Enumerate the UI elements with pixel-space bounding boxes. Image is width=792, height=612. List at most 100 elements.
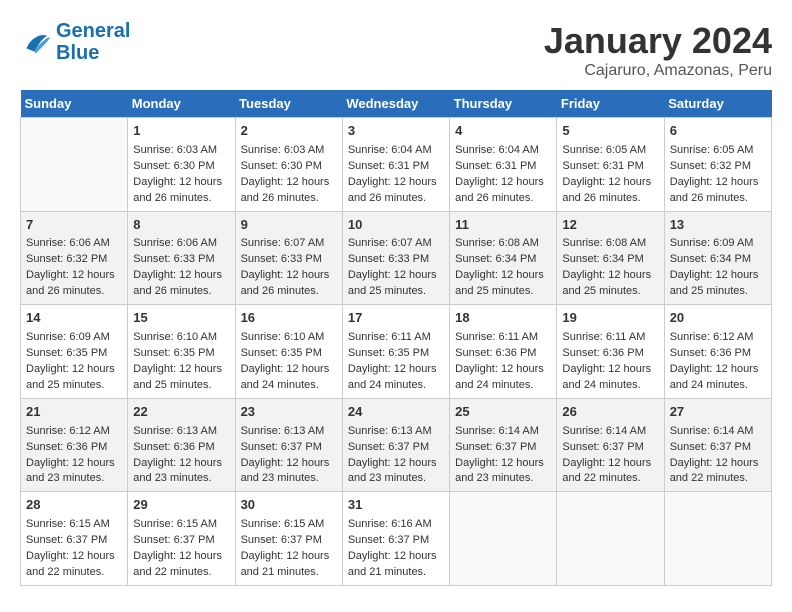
day-info: Sunrise: 6:14 AM Sunset: 6:37 PM Dayligh… bbox=[455, 425, 544, 485]
day-info: Sunrise: 6:05 AM Sunset: 6:32 PM Dayligh… bbox=[670, 144, 759, 204]
calendar-cell: 25 Sunrise: 6:14 AM Sunset: 6:37 PM Dayli… bbox=[450, 398, 557, 492]
day-number: 21 bbox=[26, 403, 122, 422]
calendar-week-row: 28 Sunrise: 6:15 AM Sunset: 6:37 PM Dayli… bbox=[21, 492, 772, 586]
day-info: Sunrise: 6:15 AM Sunset: 6:37 PM Dayligh… bbox=[26, 518, 115, 578]
title-block: January 2024 Cajaruro, Amazonas, Peru bbox=[544, 20, 772, 80]
calendar-cell: 23 Sunrise: 6:13 AM Sunset: 6:37 PM Dayli… bbox=[235, 398, 342, 492]
calendar-cell: 12Sunrise: 6:08 AM Sunset: 6:34 PM Dayli… bbox=[557, 211, 664, 305]
calendar-cell: 28 Sunrise: 6:15 AM Sunset: 6:37 PM Dayli… bbox=[21, 492, 128, 586]
calendar-table: SundayMondayTuesdayWednesdayThursdayFrid… bbox=[20, 90, 772, 586]
page-header: General Blue January 2024 Cajaruro, Amaz… bbox=[20, 20, 772, 80]
calendar-cell: 8 Sunrise: 6:06 AM Sunset: 6:33 PM Daylig… bbox=[128, 211, 235, 305]
day-info: Sunrise: 6:12 AM Sunset: 6:36 PM Dayligh… bbox=[670, 331, 759, 391]
day-info: Sunrise: 6:11 AM Sunset: 6:35 PM Dayligh… bbox=[348, 331, 437, 391]
day-number: 30 bbox=[241, 496, 337, 515]
calendar-cell: 11 Sunrise: 6:08 AM Sunset: 6:34 PM Dayli… bbox=[450, 211, 557, 305]
weekday-header-sunday: Sunday bbox=[21, 90, 128, 118]
logo-bird-icon bbox=[20, 26, 52, 58]
day-info: Sunrise: 6:06 AM Sunset: 6:33 PM Dayligh… bbox=[133, 237, 222, 297]
calendar-cell: 29Sunrise: 6:15 AM Sunset: 6:37 PM Dayli… bbox=[128, 492, 235, 586]
calendar-cell: 24Sunrise: 6:13 AM Sunset: 6:37 PM Dayli… bbox=[342, 398, 449, 492]
day-info: Sunrise: 6:05 AM Sunset: 6:31 PM Dayligh… bbox=[562, 144, 651, 204]
weekday-header-wednesday: Wednesday bbox=[342, 90, 449, 118]
day-info: Sunrise: 6:04 AM Sunset: 6:31 PM Dayligh… bbox=[348, 144, 437, 204]
day-info: Sunrise: 6:09 AM Sunset: 6:35 PM Dayligh… bbox=[26, 331, 115, 391]
location-subtitle: Cajaruro, Amazonas, Peru bbox=[544, 62, 772, 80]
calendar-week-row: 7Sunrise: 6:06 AM Sunset: 6:32 PM Daylig… bbox=[21, 211, 772, 305]
day-info: Sunrise: 6:08 AM Sunset: 6:34 PM Dayligh… bbox=[455, 237, 544, 297]
day-info: Sunrise: 6:07 AM Sunset: 6:33 PM Dayligh… bbox=[348, 237, 437, 297]
day-number: 11 bbox=[455, 216, 551, 235]
month-title: January 2024 bbox=[544, 20, 772, 62]
calendar-week-row: 1Sunrise: 6:03 AM Sunset: 6:30 PM Daylig… bbox=[21, 118, 772, 212]
day-info: Sunrise: 6:12 AM Sunset: 6:36 PM Dayligh… bbox=[26, 425, 115, 485]
day-number: 3 bbox=[348, 122, 444, 141]
calendar-cell: 27 Sunrise: 6:14 AM Sunset: 6:37 PM Dayli… bbox=[664, 398, 771, 492]
calendar-cell: 16Sunrise: 6:10 AM Sunset: 6:35 PM Dayli… bbox=[235, 305, 342, 399]
calendar-cell bbox=[664, 492, 771, 586]
day-info: Sunrise: 6:13 AM Sunset: 6:36 PM Dayligh… bbox=[133, 425, 222, 485]
day-number: 31 bbox=[348, 496, 444, 515]
day-info: Sunrise: 6:13 AM Sunset: 6:37 PM Dayligh… bbox=[241, 425, 330, 485]
day-info: Sunrise: 6:09 AM Sunset: 6:34 PM Dayligh… bbox=[670, 237, 759, 297]
day-info: Sunrise: 6:07 AM Sunset: 6:33 PM Dayligh… bbox=[241, 237, 330, 297]
logo: General Blue bbox=[20, 20, 130, 64]
calendar-cell: 18 Sunrise: 6:11 AM Sunset: 6:36 PM Dayli… bbox=[450, 305, 557, 399]
day-number: 25 bbox=[455, 403, 551, 422]
day-info: Sunrise: 6:11 AM Sunset: 6:36 PM Dayligh… bbox=[455, 331, 544, 391]
day-number: 26 bbox=[562, 403, 658, 422]
day-number: 22 bbox=[133, 403, 229, 422]
day-number: 14 bbox=[26, 309, 122, 328]
weekday-header-thursday: Thursday bbox=[450, 90, 557, 118]
day-number: 4 bbox=[455, 122, 551, 141]
day-number: 24 bbox=[348, 403, 444, 422]
day-number: 16 bbox=[241, 309, 337, 328]
calendar-cell: 30 Sunrise: 6:15 AM Sunset: 6:37 PM Dayli… bbox=[235, 492, 342, 586]
calendar-cell: 15 Sunrise: 6:10 AM Sunset: 6:35 PM Dayli… bbox=[128, 305, 235, 399]
day-number: 28 bbox=[26, 496, 122, 515]
calendar-cell: 31 Sunrise: 6:16 AM Sunset: 6:37 PM Dayli… bbox=[342, 492, 449, 586]
calendar-cell: 19 Sunrise: 6:11 AM Sunset: 6:36 PM Dayli… bbox=[557, 305, 664, 399]
day-info: Sunrise: 6:11 AM Sunset: 6:36 PM Dayligh… bbox=[562, 331, 651, 391]
calendar-cell: 13 Sunrise: 6:09 AM Sunset: 6:34 PM Dayli… bbox=[664, 211, 771, 305]
day-info: Sunrise: 6:15 AM Sunset: 6:37 PM Dayligh… bbox=[241, 518, 330, 578]
calendar-cell: 22 Sunrise: 6:13 AM Sunset: 6:36 PM Dayli… bbox=[128, 398, 235, 492]
day-info: Sunrise: 6:03 AM Sunset: 6:30 PM Dayligh… bbox=[241, 144, 330, 204]
calendar-cell: 7Sunrise: 6:06 AM Sunset: 6:32 PM Daylig… bbox=[21, 211, 128, 305]
day-number: 19 bbox=[562, 309, 658, 328]
weekday-header-monday: Monday bbox=[128, 90, 235, 118]
calendar-cell: 3 Sunrise: 6:04 AM Sunset: 6:31 PM Daylig… bbox=[342, 118, 449, 212]
calendar-cell: 1Sunrise: 6:03 AM Sunset: 6:30 PM Daylig… bbox=[128, 118, 235, 212]
day-info: Sunrise: 6:10 AM Sunset: 6:35 PM Dayligh… bbox=[133, 331, 222, 391]
calendar-cell bbox=[450, 492, 557, 586]
calendar-cell: 14 Sunrise: 6:09 AM Sunset: 6:35 PM Dayli… bbox=[21, 305, 128, 399]
weekday-header-tuesday: Tuesday bbox=[235, 90, 342, 118]
weekday-header-row: SundayMondayTuesdayWednesdayThursdayFrid… bbox=[21, 90, 772, 118]
day-info: Sunrise: 6:04 AM Sunset: 6:31 PM Dayligh… bbox=[455, 144, 544, 204]
calendar-cell: 26Sunrise: 6:14 AM Sunset: 6:37 PM Dayli… bbox=[557, 398, 664, 492]
day-number: 23 bbox=[241, 403, 337, 422]
day-number: 27 bbox=[670, 403, 766, 422]
day-number: 5 bbox=[562, 122, 658, 141]
day-info: Sunrise: 6:16 AM Sunset: 6:37 PM Dayligh… bbox=[348, 518, 437, 578]
calendar-cell: 5 Sunrise: 6:05 AM Sunset: 6:31 PM Daylig… bbox=[557, 118, 664, 212]
day-number: 10 bbox=[348, 216, 444, 235]
calendar-cell: 9 Sunrise: 6:07 AM Sunset: 6:33 PM Daylig… bbox=[235, 211, 342, 305]
day-info: Sunrise: 6:03 AM Sunset: 6:30 PM Dayligh… bbox=[133, 144, 222, 204]
calendar-cell: 2 Sunrise: 6:03 AM Sunset: 6:30 PM Daylig… bbox=[235, 118, 342, 212]
calendar-cell: 20 Sunrise: 6:12 AM Sunset: 6:36 PM Dayli… bbox=[664, 305, 771, 399]
day-number: 18 bbox=[455, 309, 551, 328]
day-number: 20 bbox=[670, 309, 766, 328]
day-number: 2 bbox=[241, 122, 337, 141]
calendar-cell: 17Sunrise: 6:11 AM Sunset: 6:35 PM Dayli… bbox=[342, 305, 449, 399]
day-number: 8 bbox=[133, 216, 229, 235]
day-number: 9 bbox=[241, 216, 337, 235]
day-info: Sunrise: 6:14 AM Sunset: 6:37 PM Dayligh… bbox=[670, 425, 759, 485]
calendar-cell: 10 Sunrise: 6:07 AM Sunset: 6:33 PM Dayli… bbox=[342, 211, 449, 305]
day-number: 7 bbox=[26, 216, 122, 235]
day-number: 15 bbox=[133, 309, 229, 328]
day-number: 13 bbox=[670, 216, 766, 235]
weekday-header-friday: Friday bbox=[557, 90, 664, 118]
day-info: Sunrise: 6:08 AM Sunset: 6:34 PM Dayligh… bbox=[562, 237, 651, 297]
weekday-header-saturday: Saturday bbox=[664, 90, 771, 118]
